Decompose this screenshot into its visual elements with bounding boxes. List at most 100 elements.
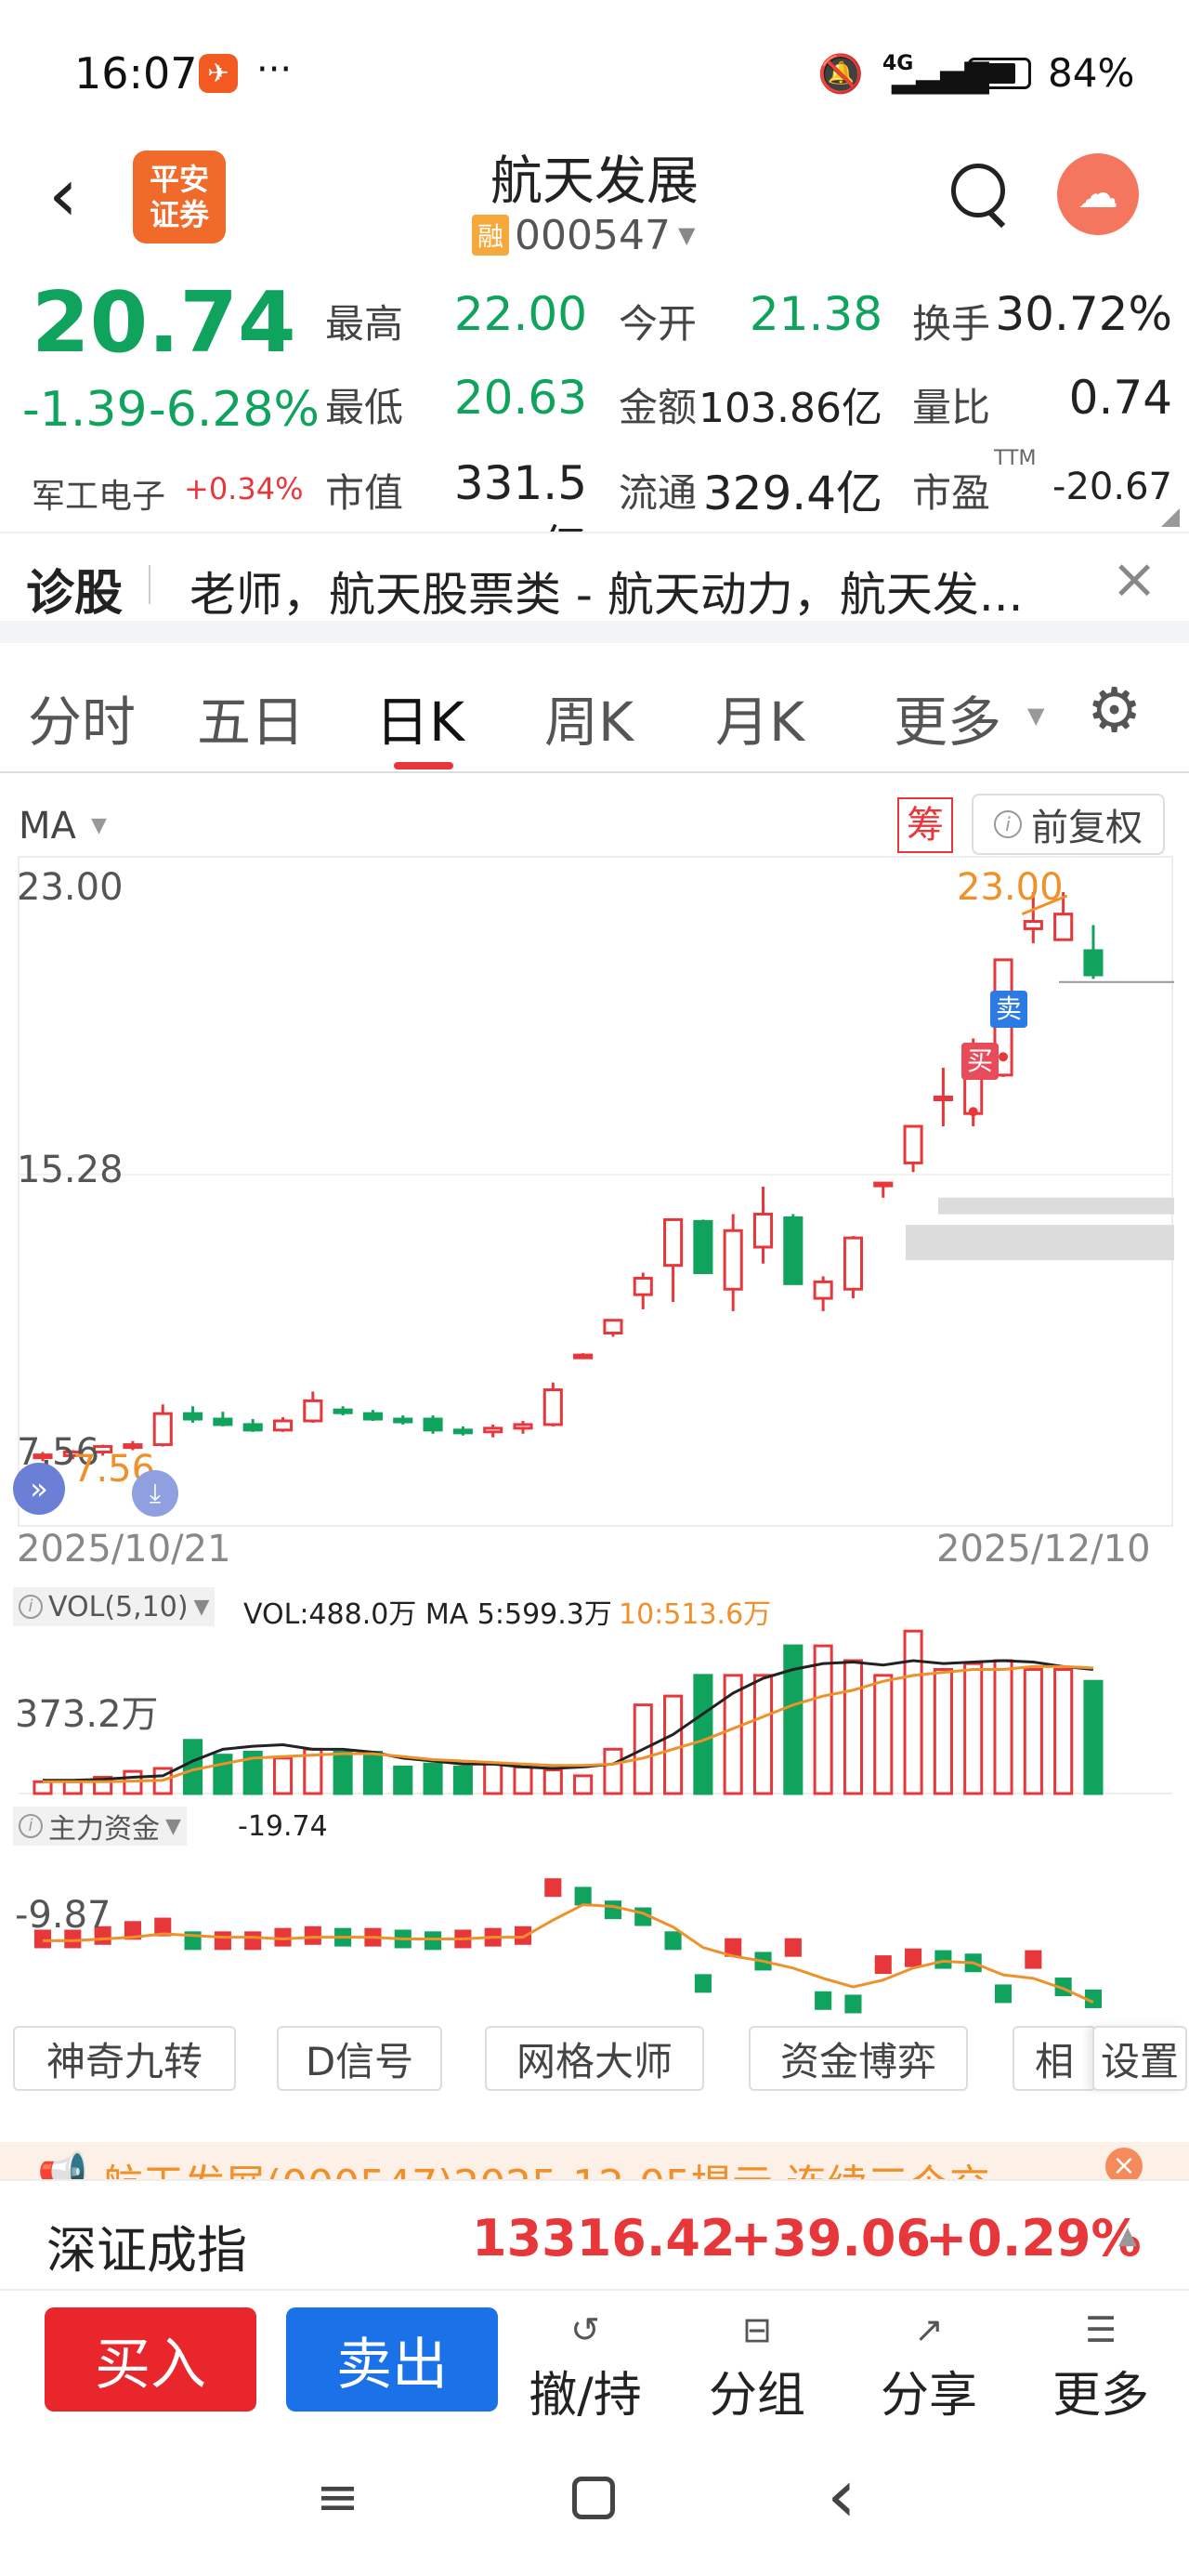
low-value: 20.63 (453, 371, 587, 425)
cancel-hold-button[interactable]: ↺ 撤/持 (516, 2309, 655, 2425)
tab-wuri[interactable]: 五日 (197, 678, 305, 756)
fund-indicator-selector[interactable]: i 主力资金 ▼ (13, 1807, 187, 1846)
turnover-value: 30.72% (995, 287, 1172, 341)
candle-body (723, 1229, 743, 1291)
more-button[interactable]: ☰ 更多 (1031, 2309, 1170, 2425)
stock-header: ‹ 平安 证券 航天发展 融 000547 ▼ ☁ (0, 139, 1189, 265)
buy-button[interactable]: 买入 (45, 2307, 256, 2412)
share-icon: ↗ (914, 2309, 944, 2350)
candle-body (333, 1408, 353, 1414)
section-gap (0, 621, 1189, 643)
notice-close-icon[interactable]: × (1105, 2148, 1143, 2179)
amount-label: 金额 (619, 385, 698, 430)
volume-bar (452, 1765, 473, 1795)
kline-chart-area[interactable]: MA ▼ 筹 i 前复权 23.00 15.28 7.56 23.00 7.56… (0, 773, 1189, 2018)
tab-yuek[interactable]: 月K (715, 678, 804, 756)
period-tabs: 分时 五日 日K 周K 月K 更多 ▼ ⚙ (0, 643, 1189, 773)
search-icon[interactable] (951, 164, 1005, 217)
close-icon[interactable]: × (1111, 546, 1157, 611)
fund-bar (874, 1955, 892, 1975)
volume-bar (393, 1765, 413, 1795)
group-icon: ⊟ (742, 2309, 772, 2350)
float-label: 流通 (619, 470, 698, 516)
amount-value: 103.86亿 (699, 385, 882, 432)
price-panel-border (18, 856, 1173, 1527)
tool-grid-master[interactable]: 网格大师 (485, 2026, 704, 2091)
chevron-down-icon: ▼ (165, 1814, 181, 1838)
candle-body (1023, 920, 1043, 930)
candle-body (693, 1219, 713, 1275)
date-end: 2025/12/10 (936, 1528, 1151, 1571)
menu-icon[interactable]: ≡ (316, 2467, 359, 2528)
tool-more-partial[interactable]: 相 (1013, 2026, 1096, 2091)
notice-banner[interactable]: 📢 航天发展(000547)2025-12-05提示 连续三个交... × (0, 2142, 1189, 2179)
battery-level: 84% (1048, 50, 1135, 96)
index-change: +39.06 (730, 2209, 932, 2267)
tool-d-signal[interactable]: D信号 (277, 2026, 442, 2091)
info-icon: i (19, 1595, 43, 1619)
sector-name[interactable]: 军工电子 (32, 469, 165, 518)
back-icon[interactable]: ‹ (48, 158, 78, 232)
fund-bar (844, 1994, 862, 2014)
index-name: 深证成指 (46, 2221, 247, 2280)
buy-point-dot (968, 1107, 978, 1117)
cancel-hold-icon: ↺ (570, 2309, 600, 2350)
tool-settings[interactable]: 设置 (1092, 2026, 1187, 2091)
fund-bar (994, 1984, 1013, 2004)
candle-body (272, 1419, 294, 1432)
back-nav-icon[interactable]: ‹ (827, 2452, 856, 2539)
vol-ratio-label: 量比 (912, 385, 991, 430)
diagnosis-text[interactable]: 老师，航天股票类 - 航天动力，航天发... (189, 558, 1100, 624)
sector-change: +0.34% (184, 471, 304, 506)
fund-bar (784, 1938, 802, 1957)
info-icon: i (19, 1814, 43, 1838)
fund-label: 主力资金 (48, 1813, 160, 1846)
support-band (906, 1225, 1174, 1261)
tab-fenshi[interactable]: 分时 (28, 678, 136, 756)
fund-bar (905, 1948, 922, 1967)
tool-jiuzhuan[interactable]: 神奇九转 (13, 2026, 236, 2091)
share-button[interactable]: ↗ 分享 (859, 2309, 999, 2425)
candle-body (783, 1216, 804, 1285)
active-tab-indicator (394, 762, 453, 769)
assistant-avatar[interactable]: ☁ (1057, 153, 1139, 235)
sell-tag[interactable]: 卖 (990, 991, 1027, 1028)
index-pct: +0.29% (925, 2209, 1142, 2267)
vol-indicator-selector[interactable]: i VOL(5,10) ▼ (13, 1587, 216, 1626)
volume-bar (993, 1659, 1013, 1795)
tool-fund-game[interactable]: 资金博弈 (749, 2026, 968, 2091)
notice-text: 航天发展(000547)2025-12-05提示 连续三个交... (102, 2151, 1029, 2179)
volume-bar (483, 1762, 503, 1795)
sell-button[interactable]: 卖出 (286, 2307, 498, 2412)
divider (149, 565, 150, 604)
fund-bar (425, 1931, 442, 1951)
tab-zhouk[interactable]: 周K (544, 678, 634, 756)
candle-body (873, 1181, 894, 1188)
tab-more[interactable]: 更多 (894, 678, 1001, 756)
buy-tag[interactable]: 买 (961, 1043, 999, 1080)
tab-rik[interactable]: 日K (375, 678, 464, 756)
mktcap-label: 市值 (325, 470, 404, 516)
last-price: 20.74 (32, 274, 296, 372)
index-ticker[interactable]: 深证成指 13316.42 +39.06 +0.29% ▲ (0, 2179, 1189, 2291)
volume-bar (213, 1754, 233, 1795)
fund-bar (214, 1931, 231, 1951)
volume-bar (183, 1739, 203, 1795)
volume-bar (542, 1768, 563, 1795)
mute-icon: 🔕 (817, 53, 864, 96)
search-icon-handle (987, 210, 1006, 229)
status-bar: 16:07 ✈ ··· 🔕 4G ▂▃▅▇ 84% (0, 0, 1189, 139)
stock-code-row[interactable]: 融 000547 ▼ (472, 212, 695, 259)
candle-body (423, 1417, 443, 1432)
more-icon: ☰ (1084, 2309, 1117, 2350)
diagnosis-bar[interactable]: 诊股 老师，航天股票类 - 航天动力，航天发... × (0, 532, 1189, 632)
expand-left-icon[interactable]: » (13, 1463, 65, 1515)
restore-icon[interactable]: ⤓ (132, 1470, 178, 1517)
battery-icon (968, 58, 1031, 89)
group-button[interactable]: ⊟ 分组 (687, 2309, 827, 2425)
volume-bar (513, 1765, 533, 1795)
price-change: -1.39 (22, 382, 148, 438)
volume-bar (933, 1668, 953, 1795)
home-icon[interactable] (572, 2477, 615, 2519)
settings-gear-icon[interactable]: ⚙ (1087, 675, 1142, 746)
